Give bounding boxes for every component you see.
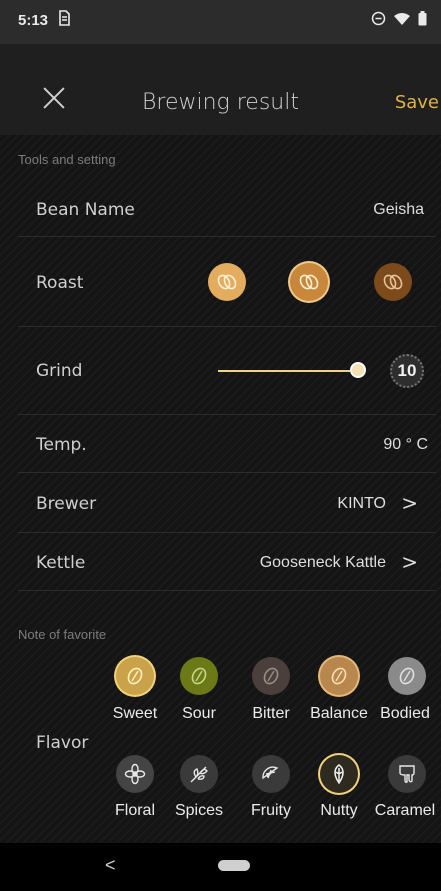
kettle-row[interactable]: Kettle Gooseneck Kattle >	[18, 533, 436, 591]
flavor-bitter-option[interactable]	[252, 657, 290, 695]
flavor-nutty-option[interactable]	[320, 755, 358, 793]
brewer-row[interactable]: Brewer KINTO >	[18, 473, 436, 533]
flavor-sweet-option[interactable]	[116, 657, 154, 695]
leaf-icon	[190, 766, 208, 783]
nav-back-button[interactable]: <	[105, 855, 116, 876]
flavor-fruity-option[interactable]	[252, 755, 290, 793]
coffee-bean-icon	[263, 667, 279, 685]
save-button[interactable]: Save	[395, 92, 439, 113]
roast-light-option[interactable]	[208, 263, 246, 301]
roast-medium-option[interactable]	[290, 263, 328, 301]
kettle-label: Kettle	[36, 553, 86, 573]
roast-dark-option[interactable]	[374, 263, 412, 301]
coffee-bean-icon	[127, 667, 143, 685]
roast-label: Roast	[36, 273, 84, 293]
grind-slider-track[interactable]	[218, 370, 358, 372]
flavor-floral-option[interactable]	[116, 755, 154, 793]
wifi-icon	[393, 12, 410, 30]
status-bar: 5:13	[0, 0, 441, 44]
page-title: Brewing result	[142, 90, 299, 115]
temp-value[interactable]: 90 ° C	[383, 436, 428, 454]
coffee-bean-icon	[383, 274, 403, 290]
lemon-icon	[262, 766, 279, 780]
flavor-label: Flavor	[36, 733, 89, 753]
grind-row: Grind 10	[18, 327, 436, 415]
status-time: 5:13	[18, 12, 49, 29]
brewer-value: KINTO	[337, 495, 386, 512]
flavor-fruity-label: Fruity	[251, 802, 291, 819]
app-bar: Brewing result Save	[0, 44, 441, 135]
caramel-icon	[399, 765, 415, 783]
grind-slider-handle[interactable]	[350, 362, 366, 378]
flavor-sour-option[interactable]	[180, 657, 218, 695]
bean-name-row[interactable]: Bean Name Geisha	[18, 179, 436, 237]
grind-label: Grind	[36, 361, 83, 381]
flavor-bodied-option[interactable]	[388, 657, 426, 695]
coffee-bean-icon	[399, 667, 415, 685]
flavor-nutty-label: Nutty	[320, 802, 358, 819]
battery-icon	[418, 11, 427, 30]
system-nav-bar: <	[0, 843, 441, 891]
temp-label: Temp.	[36, 435, 87, 455]
do-not-disturb-icon	[371, 11, 386, 30]
flavor-floral-label: Floral	[114, 802, 155, 819]
chevron-right-icon[interactable]: >	[401, 491, 418, 515]
bean-name-label: Bean Name	[36, 200, 135, 220]
flavor-caramel-option[interactable]	[388, 755, 426, 793]
section-label-tools: Tools and setting	[18, 152, 116, 167]
section-label-favorite: Note of favorite	[18, 627, 107, 642]
bean-name-value[interactable]: Geisha	[373, 201, 424, 219]
flavor-caramel-label: Caramel	[374, 802, 436, 819]
sim-icon	[58, 10, 70, 31]
flavor-spices-label: Spices	[174, 802, 224, 819]
coffee-bean-icon	[331, 667, 347, 685]
grind-value-badge: 10	[390, 354, 424, 388]
flavor-balance-label: Balance	[310, 705, 368, 722]
flavor-spices-option[interactable]	[180, 755, 218, 793]
roast-row: Roast	[18, 237, 436, 327]
coffee-bean-icon	[191, 667, 207, 685]
flavor-bitter-label: Bitter	[252, 705, 290, 722]
flavor-sweet-label: Sweet	[112, 705, 158, 722]
nav-home-button[interactable]	[218, 860, 250, 871]
coffee-bean-icon	[217, 274, 237, 290]
brewer-label: Brewer	[36, 494, 97, 514]
flavor-balance-option[interactable]	[320, 657, 358, 695]
flavor-bodied-label: Bodied	[380, 705, 430, 722]
flavor-sour-label: Sour	[182, 705, 216, 722]
chevron-right-icon[interactable]: >	[401, 550, 418, 574]
temp-row[interactable]: Temp. 90 ° C	[18, 415, 436, 473]
content-area: Tools and setting Bean Name Geisha Roast…	[0, 135, 441, 843]
kettle-value: Gooseneck Kattle	[259, 554, 386, 571]
nut-icon	[334, 764, 344, 785]
coffee-bean-icon	[299, 274, 319, 290]
flower-icon	[124, 763, 146, 785]
